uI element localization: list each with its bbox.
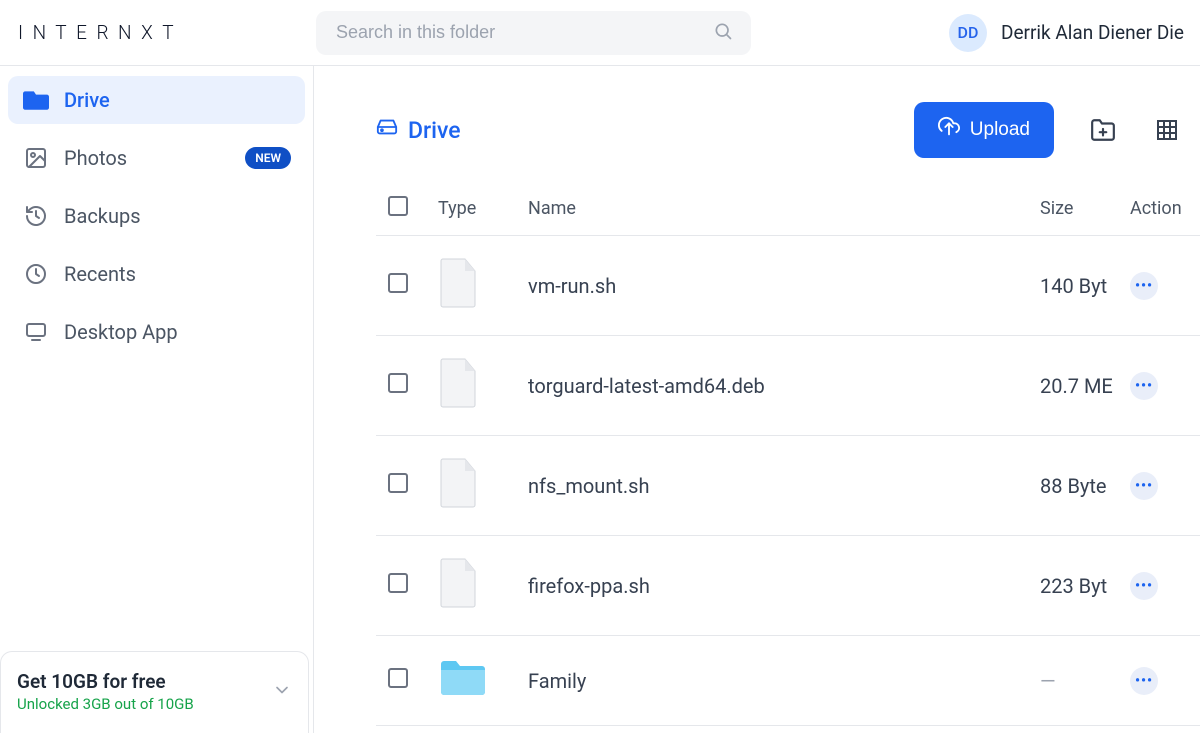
file-name: firefox-ppa.sh	[528, 574, 1040, 598]
new-folder-button[interactable]	[1088, 115, 1118, 145]
table-row[interactable]: Personal—•••	[376, 726, 1200, 733]
content-header: Drive Upload	[314, 66, 1200, 182]
table-row[interactable]: firefox-ppa.sh223 Byt •••	[376, 536, 1200, 636]
row-checkbox[interactable]	[388, 473, 408, 493]
row-actions-button[interactable]: •••	[1130, 572, 1158, 600]
row-actions-button[interactable]: •••	[1130, 372, 1158, 400]
history-icon	[22, 204, 50, 228]
file-icon	[438, 458, 528, 513]
row-checkbox[interactable]	[388, 573, 408, 593]
file-icon	[438, 258, 528, 313]
row-checkbox[interactable]	[388, 668, 408, 688]
file-table: Type Name Size Action vm-run.sh140 Byt ••…	[314, 182, 1200, 733]
new-badge: NEW	[245, 147, 291, 169]
sidebar-item-recents[interactable]: Recents	[8, 250, 305, 298]
row-actions-button[interactable]: •••	[1130, 272, 1158, 300]
username: Derrik Alan Diener Die	[1001, 21, 1184, 44]
sidebar-item-drive[interactable]: Drive	[8, 76, 305, 124]
grid-view-button[interactable]	[1152, 115, 1182, 145]
file-name: Family	[528, 669, 1040, 693]
folder-icon	[438, 658, 528, 703]
sidebar-item-label: Photos	[64, 146, 127, 170]
breadcrumb[interactable]: Drive	[376, 116, 461, 144]
col-name[interactable]: Name	[528, 198, 1040, 219]
sidebar-item-label: Desktop App	[64, 320, 178, 344]
promo-title: Get 10GB for free	[17, 670, 262, 693]
user-menu[interactable]: DD Derrik Alan Diener Die	[949, 14, 1184, 52]
monitor-icon	[22, 320, 50, 344]
sidebar: Drive Photos NEW Backups Recents Deskt	[0, 66, 314, 733]
upload-button[interactable]: Upload	[914, 102, 1054, 158]
file-size: 88 Byte	[1040, 474, 1107, 498]
table-row[interactable]: nfs_mount.sh88 Byte •••	[376, 436, 1200, 536]
promo-card[interactable]: Get 10GB for free Unlocked 3GB out of 10…	[0, 651, 309, 733]
sidebar-item-desktop[interactable]: Desktop App	[8, 308, 305, 356]
file-name: nfs_mount.sh	[528, 474, 1040, 498]
promo-subtitle: Unlocked 3GB out of 10GB	[17, 695, 262, 713]
sidebar-item-label: Drive	[64, 88, 110, 112]
col-size[interactable]: Size	[1040, 198, 1130, 219]
search-wrap	[316, 11, 751, 55]
row-checkbox[interactable]	[388, 373, 408, 393]
folder-icon	[22, 89, 50, 111]
search-icon	[713, 21, 733, 45]
clock-icon	[22, 262, 50, 286]
row-actions-button[interactable]: •••	[1130, 667, 1158, 695]
sidebar-item-label: Recents	[64, 262, 136, 286]
size-empty: —	[1040, 669, 1056, 693]
upload-label: Upload	[970, 119, 1030, 141]
file-size: 20.7 ME	[1040, 374, 1113, 398]
search-input[interactable]	[316, 11, 751, 55]
main-content: Drive Upload Type Name Size Ac	[314, 66, 1200, 733]
chevron-down-icon	[272, 680, 292, 704]
row-actions-button[interactable]: •••	[1130, 472, 1158, 500]
sidebar-item-label: Backups	[64, 204, 141, 228]
table-row[interactable]: Family— •••	[376, 636, 1200, 726]
file-size: 223 Byt	[1040, 574, 1107, 598]
table-row[interactable]: torguard-latest-amd64.deb20.7 ME •••	[376, 336, 1200, 436]
row-checkbox[interactable]	[388, 273, 408, 293]
avatar: DD	[949, 14, 987, 52]
col-type[interactable]: Type	[438, 198, 528, 219]
image-icon	[22, 146, 50, 170]
file-size: 140 Byt	[1040, 274, 1107, 298]
table-row[interactable]: vm-run.sh140 Byt •••	[376, 236, 1200, 336]
brand-logo: INTERNXT	[16, 21, 316, 44]
breadcrumb-label: Drive	[408, 117, 461, 144]
file-name: vm-run.sh	[528, 274, 1040, 298]
sidebar-item-backups[interactable]: Backups	[8, 192, 305, 240]
sidebar-item-photos[interactable]: Photos NEW	[8, 134, 305, 182]
table-header: Type Name Size Action	[376, 182, 1200, 236]
app-header: INTERNXT DD Derrik Alan Diener Die	[0, 0, 1200, 66]
cloud-upload-icon	[938, 116, 960, 144]
col-actions: Action	[1130, 198, 1200, 219]
file-icon	[438, 558, 528, 613]
file-name: torguard-latest-amd64.deb	[528, 374, 1040, 398]
select-all-checkbox[interactable]	[388, 196, 408, 216]
file-icon	[438, 358, 528, 413]
drive-disk-icon	[376, 116, 398, 144]
